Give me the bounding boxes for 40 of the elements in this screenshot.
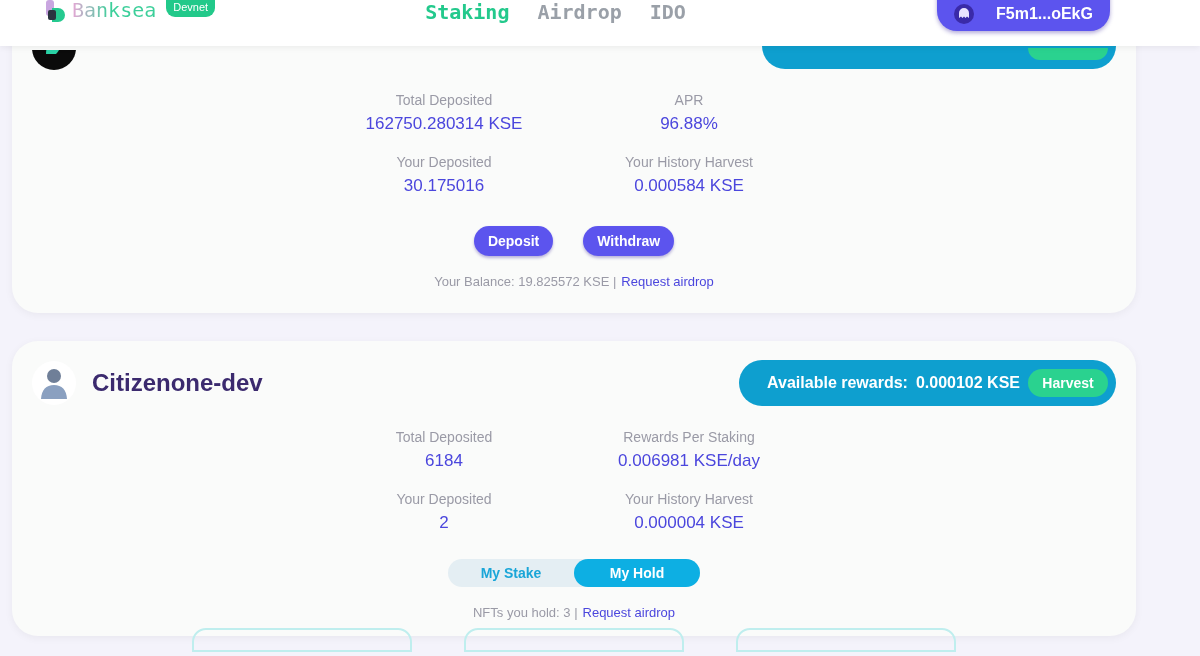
stat-value: 0.006981 KSE/day (618, 451, 760, 471)
nft-card[interactable] (192, 628, 412, 652)
stat-value: 2 (439, 513, 449, 533)
harvest-button[interactable] (1028, 48, 1108, 60)
wallet-button[interactable]: F5m1...oEkG (937, 0, 1110, 31)
stat-value: 6184 (425, 451, 463, 471)
stat-label: Total Deposited (395, 92, 493, 108)
stat-label: APR (674, 92, 704, 108)
airdrop-link[interactable]: Request airdrop (621, 274, 714, 289)
pool-name: Citizenone-dev (92, 369, 263, 397)
stat-label: Total Deposited (395, 429, 493, 445)
action-button[interactable]: Withdraw (583, 226, 675, 256)
token-avatar (32, 50, 76, 70)
stat-value: 96.88% (660, 114, 718, 134)
footer-text: Your Balance: 19.825572 KSE | (434, 274, 617, 289)
stat-value: 0.000584 KSE (634, 176, 744, 196)
logo-icon (44, 0, 68, 22)
stat-value: 0.000004 KSE (634, 513, 744, 533)
footer-text: NFTs you hold: 3 | (472, 605, 578, 620)
harvest-button[interactable]: Harvest (1028, 369, 1108, 397)
toggle-tab[interactable]: My Hold (574, 559, 700, 587)
stat-label: Your History Harvest (625, 491, 753, 507)
stat-label: Your Deposited (396, 491, 492, 507)
rewards-label: Available rewards: (767, 374, 908, 392)
rewards-value: 0.000102 KSE (915, 374, 1020, 392)
stat-label: Your Deposited (396, 154, 492, 170)
nft-card[interactable] (464, 628, 684, 652)
airdrop-link[interactable]: Request airdrop (582, 605, 675, 620)
toggle-tab[interactable]: My Stake (448, 559, 574, 587)
nav-tab[interactable]: Staking (425, 0, 510, 24)
nav-tab[interactable]: Airdrop (537, 0, 622, 24)
ghost-icon (954, 4, 975, 24)
action-button[interactable]: Deposit (473, 226, 554, 256)
stat-label: Your History Harvest (625, 154, 753, 170)
stat-value: 30.175016 (403, 176, 485, 196)
nav-tab[interactable]: IDO (649, 0, 686, 24)
nft-card[interactable] (736, 628, 956, 652)
stat-label: Rewards Per Staking (623, 429, 755, 445)
network-badge: Devnet (166, 0, 216, 17)
stat-value: 162750.280314 KSE (365, 114, 523, 134)
